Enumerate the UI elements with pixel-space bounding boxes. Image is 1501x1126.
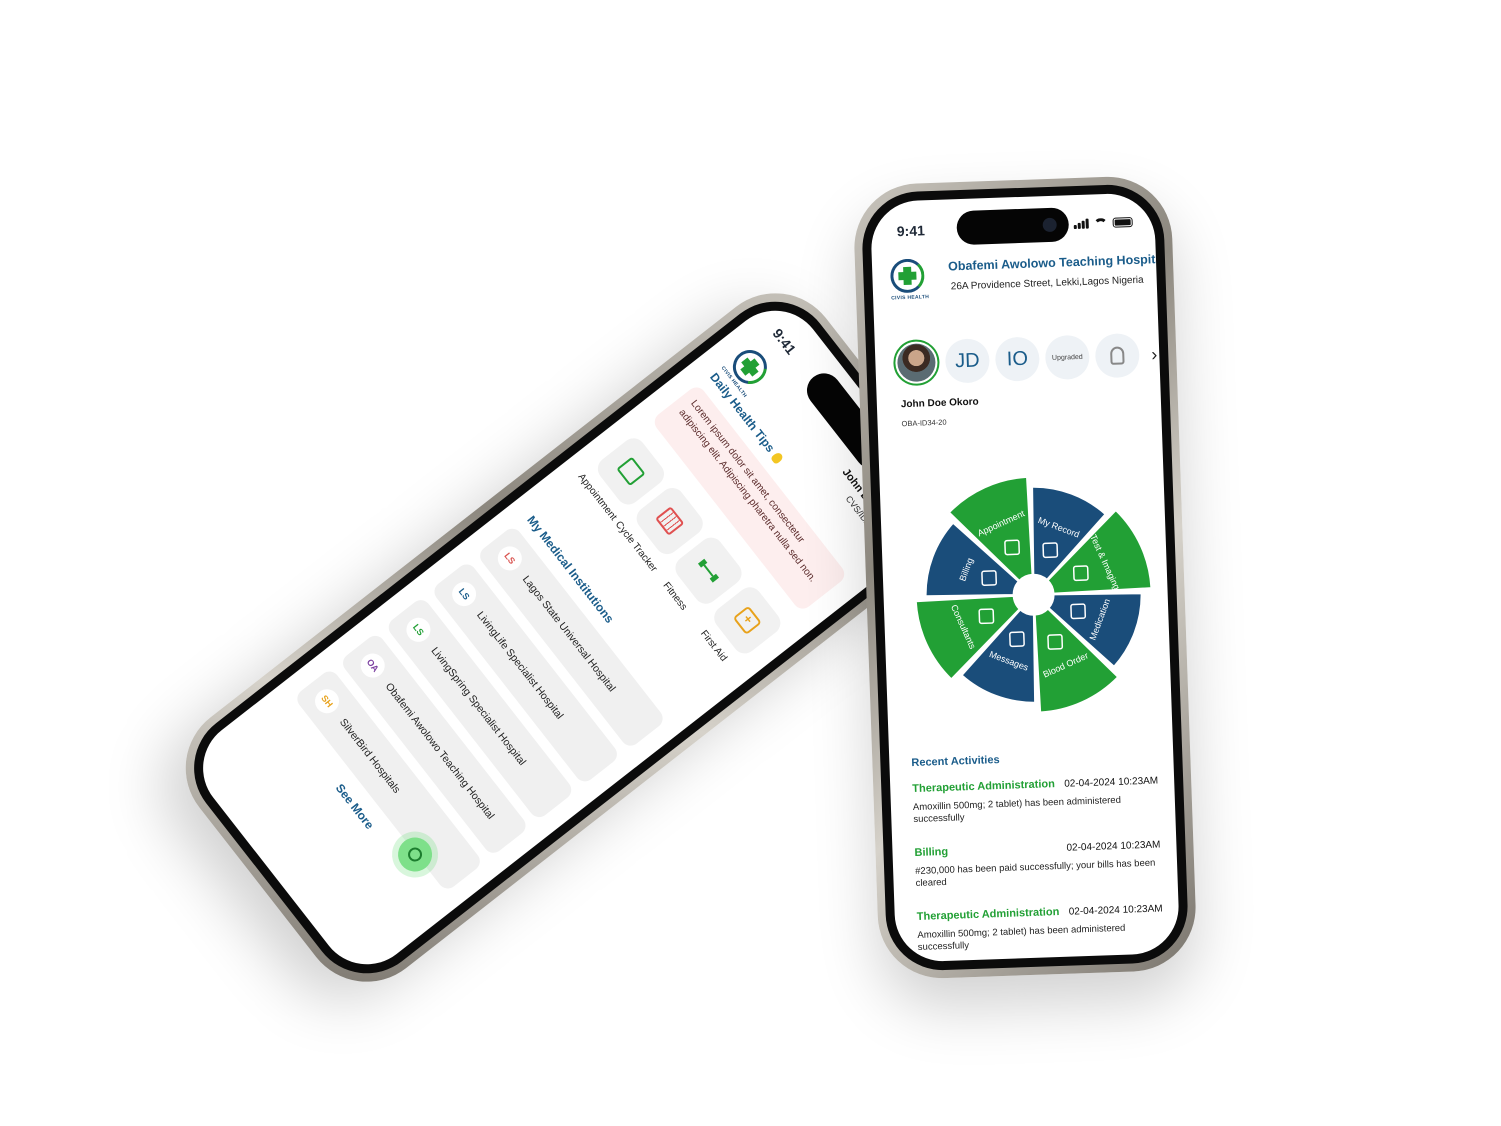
phone-bezel: 9:41 CIVIS HEALTH John Doe Okoro CVS/ID/… bbox=[171, 278, 971, 997]
civis-health-logo-icon[interactable] bbox=[889, 258, 925, 294]
hospital-header: CIVIS HEALTH Obafemi Awolowo Teaching Ho… bbox=[889, 251, 1166, 310]
left-phone-screen: 9:41 CIVIS HEALTH John Doe Okoro CVS/ID/… bbox=[183, 291, 959, 984]
dumbbell-icon bbox=[697, 558, 719, 583]
institution-badge: SH bbox=[310, 684, 344, 719]
institution-badge: LS bbox=[492, 541, 527, 576]
service-wheel: Appointment My RecordTest & ImagingMedica… bbox=[914, 475, 1153, 714]
right-phone-screen: 9:41 CIVIS HEALTH Obafemi Awolowo Teachi… bbox=[869, 192, 1181, 963]
avatar-io[interactable]: IO bbox=[994, 336, 1041, 382]
patient-id: OBA-ID34-20 bbox=[901, 417, 947, 429]
activity-datetime: 02-04-2024 10:23AM bbox=[1066, 839, 1161, 854]
hospital-address: 26A Providence Street, Lekki,Lagos Niger… bbox=[950, 274, 1144, 293]
logo-caption: CIVIS HEALTH bbox=[891, 294, 930, 302]
avatar-photo[interactable] bbox=[892, 338, 941, 387]
activity-description: #230,000 has been paid successfully; you… bbox=[915, 857, 1156, 890]
right-phone-mockup: 9:41 CIVIS HEALTH Obafemi Awolowo Teachi… bbox=[852, 174, 1198, 981]
institution-badge: OA bbox=[355, 648, 390, 683]
status-time: 9:41 bbox=[896, 222, 926, 240]
user-icon bbox=[1110, 346, 1125, 365]
institution-list: LS Lagos State Universal Hospital LS Liv… bbox=[285, 524, 667, 899]
activity-item[interactable]: Therapeutic Administration 02-04-2024 10:… bbox=[917, 902, 1164, 954]
user-photo bbox=[896, 343, 937, 383]
first-aid-kit-icon bbox=[732, 605, 762, 635]
chevron-right-icon[interactable]: › bbox=[1151, 344, 1158, 365]
avatar-jd[interactable]: JD bbox=[944, 338, 991, 384]
signal-icon bbox=[1073, 218, 1089, 230]
activity-description: Amoxillin 500mg; 2 tablet) has been admi… bbox=[912, 794, 1122, 826]
add-profile-button[interactable] bbox=[1094, 332, 1141, 379]
activity-datetime: 02-04-2024 10:23AM bbox=[1068, 903, 1163, 918]
activity-title: Billing bbox=[914, 845, 949, 860]
battery-icon bbox=[1112, 217, 1133, 228]
hospital-name: Obafemi Awolowo Teaching Hospital bbox=[947, 251, 1167, 274]
activity-title: Therapeutic Administration bbox=[916, 906, 1060, 923]
activity-title: Therapeutic Administration bbox=[912, 778, 1056, 796]
lightbulb-icon bbox=[770, 451, 785, 466]
profile-switcher: JD IO Upgraded › bbox=[892, 327, 1158, 392]
patient-name: John Doe Okoro bbox=[900, 396, 979, 411]
phone-bezel: 9:41 CIVIS HEALTH Obafemi Awolowo Teachi… bbox=[860, 182, 1190, 973]
wifi-icon bbox=[1093, 217, 1108, 229]
status-time: 9:41 bbox=[769, 325, 800, 358]
activity-datetime: 02-04-2024 10:23AM bbox=[1064, 775, 1159, 790]
institution-badge: LS bbox=[401, 612, 436, 647]
activity-item[interactable]: Therapeutic Administration 02-04-2024 10:… bbox=[912, 774, 1159, 826]
avatar-upgraded[interactable]: Upgraded bbox=[1044, 334, 1091, 381]
recent-activities-title: Recent Activities bbox=[911, 754, 1000, 770]
calendar-icon bbox=[615, 456, 646, 486]
cycle-calendar-icon bbox=[654, 505, 685, 536]
status-icons bbox=[1073, 217, 1133, 230]
institution-badge: LS bbox=[447, 577, 481, 611]
activity-description: Amoxillin 500mg; 2 tablet) has been admi… bbox=[917, 922, 1126, 954]
activity-item[interactable]: Billing 02-04-2024 10:23AM #230,000 has b… bbox=[914, 838, 1161, 890]
